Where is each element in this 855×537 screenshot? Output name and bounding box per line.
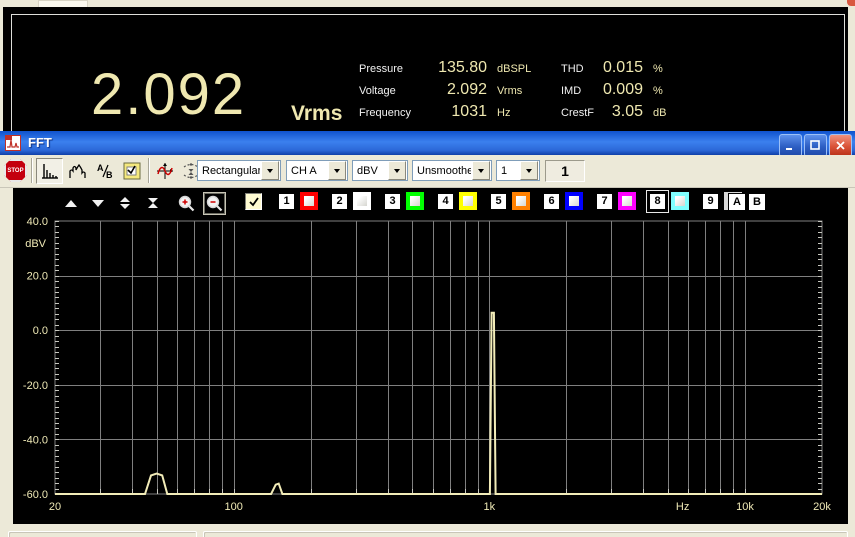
fft-titlebar[interactable]: FFT [0, 131, 855, 157]
reading-label: Voltage [359, 85, 396, 97]
close-button[interactable] [829, 134, 852, 157]
svg-text:-20.0: -20.0 [23, 380, 48, 392]
spectrum-bars-icon [41, 164, 58, 179]
signal-generator-button[interactable] [152, 158, 177, 184]
svg-text:Hz: Hz [676, 501, 689, 513]
reading-unit: % [653, 85, 663, 97]
reading-unit: dB [653, 107, 667, 119]
svg-text:dBV: dBV [25, 238, 46, 250]
stop-icon: STOP [4, 159, 27, 182]
main-level-unit: Vrms [291, 102, 343, 125]
reading-unit: Vrms [497, 85, 523, 97]
minimize-button[interactable] [779, 134, 802, 157]
toolbar-separator [31, 158, 33, 183]
reading-label: CrestF [561, 107, 594, 119]
svg-text:B: B [106, 170, 113, 180]
svg-text:100: 100 [225, 501, 243, 513]
svg-text:A: A [97, 163, 104, 173]
svg-text:20k: 20k [813, 501, 831, 513]
window-function-value: Rectangular [202, 164, 260, 177]
ab-compare-button[interactable]: A B [92, 158, 117, 184]
average-counter: 1 [545, 160, 585, 182]
octave-bands-button[interactable] [65, 158, 90, 184]
dropdown-button[interactable] [261, 161, 279, 180]
averaging-select[interactable]: 1 [496, 160, 540, 181]
level-meter-panel: 2.092 Vrms Pressure 135.80 dBSPL THD 0.0… [3, 7, 848, 131]
window-function-select[interactable]: Rectangular [197, 160, 281, 181]
reading-value: 3.05 [611, 103, 643, 120]
ab-compare-icon: A B [97, 163, 113, 180]
chevron-down-icon [334, 168, 340, 173]
svg-text:20.0: 20.0 [27, 271, 48, 283]
band-skyline-icon [68, 163, 86, 178]
chevron-down-icon [526, 168, 532, 173]
reading-unit: % [653, 63, 663, 75]
window-title: FFT [28, 135, 52, 150]
bottom-panel-strip [0, 524, 855, 537]
averaging-value: 1 [501, 164, 508, 177]
chevron-down-icon [267, 168, 273, 173]
bottom-groupbox-fragment [8, 531, 197, 537]
dropdown-button[interactable] [388, 161, 406, 180]
background-window-edge [0, 0, 855, 7]
svg-text:10k: 10k [736, 501, 754, 513]
reading-label: THD [561, 63, 584, 75]
background-tab-fragment [38, 0, 88, 7]
channel-select[interactable]: CH A [286, 160, 348, 181]
reading-value: 135.80 [438, 59, 487, 76]
smoothing-value: Unsmoothed [417, 164, 471, 177]
main-level-value: 2.092 [91, 62, 247, 127]
fft-window: FFT STOP A B Rectangular CH A dBV Unsmoo… [0, 131, 855, 537]
reading-label: Pressure [359, 63, 404, 75]
svg-text:-60.0: -60.0 [23, 489, 48, 501]
reading-label: IMD [561, 85, 582, 97]
maximize-button[interactable] [804, 134, 827, 157]
reading-unit: dBSPL [497, 63, 532, 75]
fft-window-icon [5, 135, 21, 151]
background-close-button-fragment [847, 0, 855, 6]
channel-value: CH A [291, 164, 317, 177]
chevron-down-icon [478, 168, 484, 173]
reading-value: 1031 [451, 103, 487, 120]
svg-text:-40.0: -40.0 [23, 434, 48, 446]
setup-checklist-icon [123, 162, 140, 180]
reading-label: Frequency [359, 107, 411, 119]
measurement-readings: Pressure 135.80 dBSPL THD 0.015 % Voltag… [359, 59, 677, 125]
stop-button[interactable]: STOP [3, 158, 28, 183]
smoothing-select[interactable]: Unsmoothed [412, 160, 492, 181]
units-select[interactable]: dBV [352, 160, 408, 181]
chevron-down-icon [394, 168, 400, 173]
units-value: dBV [357, 164, 378, 177]
generator-sine-icon [156, 163, 173, 179]
reading-unit: Hz [497, 107, 511, 119]
svg-text:1k: 1k [484, 501, 496, 513]
fft-toolbar: STOP A B Rectangular CH A dBV Unsmoothe … [0, 155, 855, 188]
reading-value: 2.092 [446, 81, 487, 98]
reading-value: 0.009 [602, 81, 643, 98]
dropdown-button[interactable] [328, 161, 346, 180]
svg-text:0.0: 0.0 [33, 325, 48, 337]
spectrum-mode-button[interactable] [36, 158, 63, 184]
svg-text:20: 20 [49, 501, 61, 513]
reading-value: 0.015 [602, 59, 643, 76]
dropdown-button[interactable] [472, 161, 490, 180]
fft-plot[interactable]: -60.0 -40.0 -20.0 0.0 20.0 40.0 dBV 20 100 1k 10k 2… [13, 188, 848, 524]
svg-text:40.0: 40.0 [27, 216, 48, 228]
dropdown-button[interactable] [520, 161, 538, 180]
bottom-groupbox-fragment [203, 531, 848, 537]
measurement-setup-button[interactable] [119, 158, 144, 184]
fft-chart-panel: 1 2 3 4 5 6 7 8 9 A B -60.0 -40.0 -20.0 0.0… [13, 188, 848, 524]
toolbar-separator [148, 158, 150, 183]
